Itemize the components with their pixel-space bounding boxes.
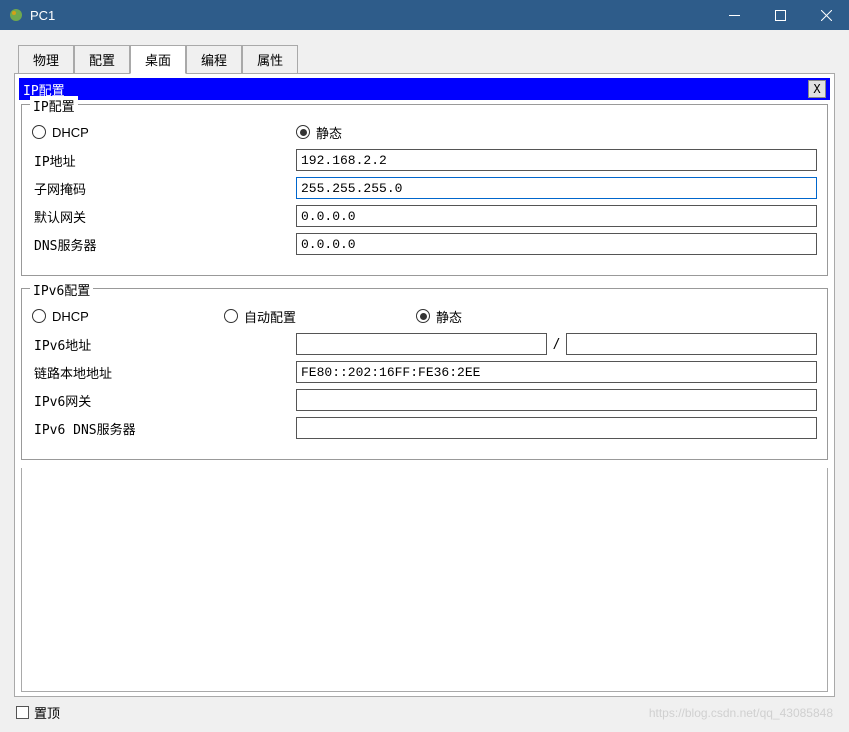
- ipv6-address-input[interactable]: [296, 333, 547, 355]
- ipv4-static-label: 静态: [316, 123, 342, 142]
- dns-input[interactable]: [296, 233, 817, 255]
- ip-address-label: IP地址: [32, 151, 296, 170]
- radio-icon: [32, 125, 46, 139]
- ipv6-dhcp-radio[interactable]: DHCP: [32, 309, 204, 324]
- radio-icon: [416, 309, 430, 323]
- ipv4-dhcp-radio[interactable]: DHCP: [32, 125, 276, 140]
- gateway-input[interactable]: [296, 205, 817, 227]
- radio-icon: [32, 309, 46, 323]
- ipv4-dhcp-label: DHCP: [52, 125, 89, 140]
- ipv6-dns-input[interactable]: [296, 417, 817, 439]
- checkbox-icon: [16, 706, 29, 719]
- ipv6-mode-row: DHCP 自动配置 静态: [32, 305, 817, 327]
- ipv6-static-label: 静态: [436, 307, 462, 326]
- tab-physical[interactable]: 物理: [18, 45, 74, 74]
- ipv6-fieldset: IPv6配置 DHCP 自动配置: [21, 288, 828, 460]
- ipv4-legend: IP配置: [30, 96, 78, 115]
- watermark: https://blog.csdn.net/qq_43085848: [649, 706, 833, 720]
- maximize-button[interactable]: [757, 0, 803, 30]
- ipv6-dhcp-label: DHCP: [52, 309, 89, 324]
- ipv6-prefix-separator: /: [553, 337, 561, 352]
- link-local-input[interactable]: [296, 361, 817, 383]
- app-icon: [8, 7, 24, 23]
- ipv6-gateway-input[interactable]: [296, 389, 817, 411]
- always-on-top-checkbox[interactable]: 置顶: [16, 703, 60, 722]
- link-local-label: 链路本地地址: [32, 363, 296, 382]
- radio-icon: [296, 125, 310, 139]
- gateway-label: 默认网关: [32, 207, 296, 226]
- always-on-top-label: 置顶: [34, 703, 60, 722]
- panel-close-button[interactable]: X: [808, 80, 826, 98]
- ipv6-static-radio[interactable]: 静态: [416, 307, 462, 326]
- radio-icon: [224, 309, 238, 323]
- window-body: 物理 配置 桌面 编程 属性 IP配置 X IP配置 DHCP: [0, 30, 849, 732]
- content-spacer: [21, 468, 828, 692]
- ipv6-gateway-label: IPv6网关: [32, 391, 296, 410]
- ipv4-static-radio[interactable]: 静态: [296, 123, 342, 142]
- close-button[interactable]: [803, 0, 849, 30]
- titlebar: PC1: [0, 0, 849, 30]
- bottom-bar: 置顶 https://blog.csdn.net/qq_43085848: [14, 703, 835, 722]
- ipv6-legend: IPv6配置: [30, 280, 93, 299]
- ip-address-input[interactable]: [296, 149, 817, 171]
- tab-desktop[interactable]: 桌面: [130, 45, 186, 74]
- subnet-mask-input[interactable]: [296, 177, 817, 199]
- ipv6-auto-radio[interactable]: 自动配置: [224, 307, 396, 326]
- ipv4-fieldset: IP配置 DHCP 静态 IP地址: [21, 104, 828, 276]
- ipv4-mode-row: DHCP 静态: [32, 121, 817, 143]
- dns-label: DNS服务器: [32, 235, 296, 254]
- tab-attributes[interactable]: 属性: [242, 45, 298, 74]
- minimize-button[interactable]: [711, 0, 757, 30]
- subnet-mask-label: 子网掩码: [32, 179, 296, 198]
- tab-programming[interactable]: 编程: [186, 45, 242, 74]
- tab-bar: 物理 配置 桌面 编程 属性: [14, 44, 835, 74]
- panel-header: IP配置 X: [19, 78, 830, 100]
- content-area: IP配置 X IP配置 DHCP 静态: [14, 74, 835, 697]
- window-controls: [711, 0, 849, 30]
- ipv6-auto-label: 自动配置: [244, 307, 296, 326]
- ipv6-dns-label: IPv6 DNS服务器: [32, 419, 296, 438]
- ipv6-prefix-input[interactable]: [566, 333, 817, 355]
- window-title: PC1: [30, 8, 711, 23]
- ipv6-address-label: IPv6地址: [32, 335, 296, 354]
- tab-config[interactable]: 配置: [74, 45, 130, 74]
- panel-title: IP配置: [23, 80, 808, 99]
